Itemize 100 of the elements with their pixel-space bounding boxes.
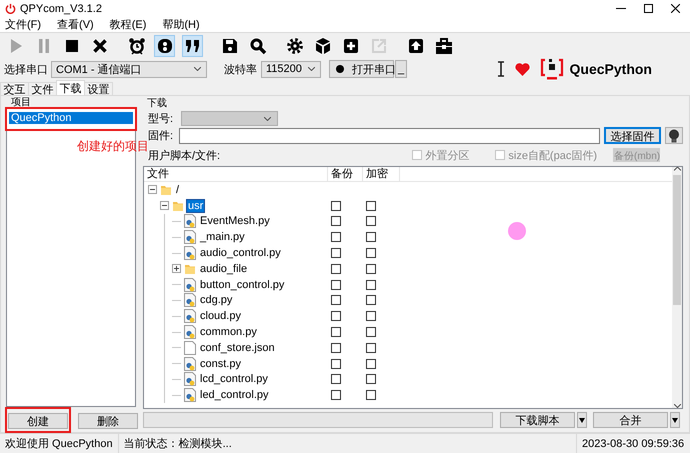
python-file-icon	[184, 230, 196, 244]
file-name[interactable]: usr	[187, 200, 204, 212]
port-dropdown[interactable]: COM1 - 通信端口	[51, 60, 207, 78]
round-badge-icon	[156, 36, 174, 54]
file-name[interactable]: _main.py	[199, 231, 246, 244]
checkbox[interactable]	[366, 216, 376, 226]
checkbox[interactable]	[366, 264, 376, 274]
file-name[interactable]: button_control.py	[199, 278, 286, 291]
checkbox[interactable]	[366, 295, 376, 306]
checkbox[interactable]	[331, 248, 341, 258]
scrollbar-thumb[interactable]	[673, 175, 681, 305]
delete-button[interactable]: 删除	[78, 413, 138, 429]
checkbox[interactable]	[331, 342, 341, 353]
bulb-icon	[668, 128, 680, 142]
file-name[interactable]: audio_control.py	[199, 247, 282, 260]
record-icon	[336, 65, 344, 73]
python-file-icon	[184, 309, 196, 324]
collapse-toggle[interactable]	[148, 185, 157, 194]
checkbox[interactable]	[366, 374, 376, 384]
heart-icon	[514, 62, 530, 76]
checkbox[interactable]	[366, 311, 376, 322]
quote-button[interactable]	[182, 34, 203, 56]
checkbox[interactable]	[331, 232, 341, 242]
python-file-icon	[184, 278, 196, 292]
dropdown-button[interactable]	[577, 412, 587, 428]
merge-button[interactable]: 合并	[593, 412, 668, 428]
checkbox[interactable]	[331, 311, 341, 322]
cube-icon	[314, 36, 332, 54]
column-header: 文件	[144, 167, 328, 181]
baud-dropdown[interactable]: 115200	[261, 60, 321, 78]
round-badge-button[interactable]	[154, 34, 175, 56]
save-icon	[220, 36, 238, 54]
checkbox[interactable]	[366, 327, 376, 338]
dropdown-button[interactable]	[670, 412, 680, 428]
checkbox[interactable]	[331, 358, 341, 369]
bulb-button[interactable]	[665, 127, 683, 144]
tab[interactable]: 下载	[56, 80, 85, 95]
file-name[interactable]: EventMesh.py	[199, 215, 271, 228]
collapse-toggle[interactable]	[160, 201, 169, 210]
create-button[interactable]: 创建	[8, 413, 68, 429]
tab[interactable]: 设置	[84, 82, 113, 95]
scripts-label: 用户脚本/文件:	[148, 148, 220, 162]
file-name[interactable]: common.py	[199, 326, 258, 338]
checkbox[interactable]	[366, 200, 376, 211]
checkbox[interactable]	[331, 374, 341, 384]
checkbox[interactable]	[331, 327, 341, 338]
tab[interactable]: 交互	[0, 82, 29, 95]
python-file-icon	[184, 293, 196, 308]
close-icon	[90, 36, 108, 54]
checkbox[interactable]	[366, 280, 376, 290]
timestamp: 2023-08-30 09:59:36	[576, 434, 690, 453]
pointer-dot	[508, 222, 526, 240]
checkbox[interactable]	[331, 280, 341, 290]
scroll-down-icon[interactable]	[674, 404, 680, 408]
status-text: 当前状态：检测模块...	[122, 436, 233, 452]
file-name[interactable]: lcd_control.py	[199, 373, 269, 386]
file-name[interactable]: conf_store.json	[199, 342, 276, 354]
file-name[interactable]: cloud.py	[199, 310, 242, 322]
more-button[interactable]: _	[395, 60, 407, 78]
checkbox[interactable]	[366, 358, 376, 369]
expand-toggle[interactable]	[172, 264, 181, 274]
select-firmware-button[interactable]: 选择固件	[604, 127, 661, 144]
checkbox[interactable]	[331, 200, 341, 211]
file-name[interactable]: const.py	[199, 358, 242, 370]
download-script-button[interactable]: 下载脚本	[500, 412, 575, 428]
alarm-clock-icon	[128, 36, 146, 54]
model-label: 型号:	[148, 112, 174, 126]
checkbox[interactable]	[366, 232, 376, 242]
menu-item[interactable]: 文件(F)	[0, 17, 46, 32]
firmware-field[interactable]	[179, 128, 600, 144]
project-item[interactable]: QuecPython	[9, 112, 133, 124]
python-file-icon	[184, 325, 196, 340]
menu-item[interactable]: 帮助(H)	[157, 17, 205, 32]
checkbox[interactable]	[366, 342, 376, 353]
baud-label: 波特率	[224, 62, 257, 76]
scroll-up-icon[interactable]	[674, 167, 680, 171]
python-file-icon	[184, 372, 196, 386]
checkbox[interactable]	[331, 264, 341, 274]
file-name[interactable]: /	[175, 184, 180, 196]
maximize-icon[interactable]	[644, 4, 653, 13]
folder-icon	[184, 262, 196, 275]
open-port-button[interactable]: 打开串口	[329, 60, 394, 78]
file-name[interactable]: audio_file	[199, 262, 248, 275]
python-file-icon	[184, 246, 196, 260]
menu-item[interactable]: 教程(E)	[104, 17, 152, 32]
checkbox[interactable]	[366, 390, 376, 400]
menu-item[interactable]: 查看(V)	[52, 17, 99, 32]
checkbox[interactable]	[331, 295, 341, 306]
file-name[interactable]: cdg.py	[199, 294, 234, 306]
checkbox[interactable]	[331, 216, 341, 226]
close-icon[interactable]	[671, 4, 680, 13]
upload-icon	[406, 36, 424, 54]
file-name[interactable]: led_control.py	[199, 389, 270, 402]
checkbox[interactable]	[366, 248, 376, 258]
file-icon	[184, 340, 196, 355]
column-header: 加密	[363, 167, 400, 181]
scrollbar[interactable]	[672, 167, 682, 408]
group-label: 下载	[147, 98, 168, 110]
checkbox[interactable]	[331, 390, 341, 400]
tab[interactable]: 文件	[28, 82, 57, 95]
